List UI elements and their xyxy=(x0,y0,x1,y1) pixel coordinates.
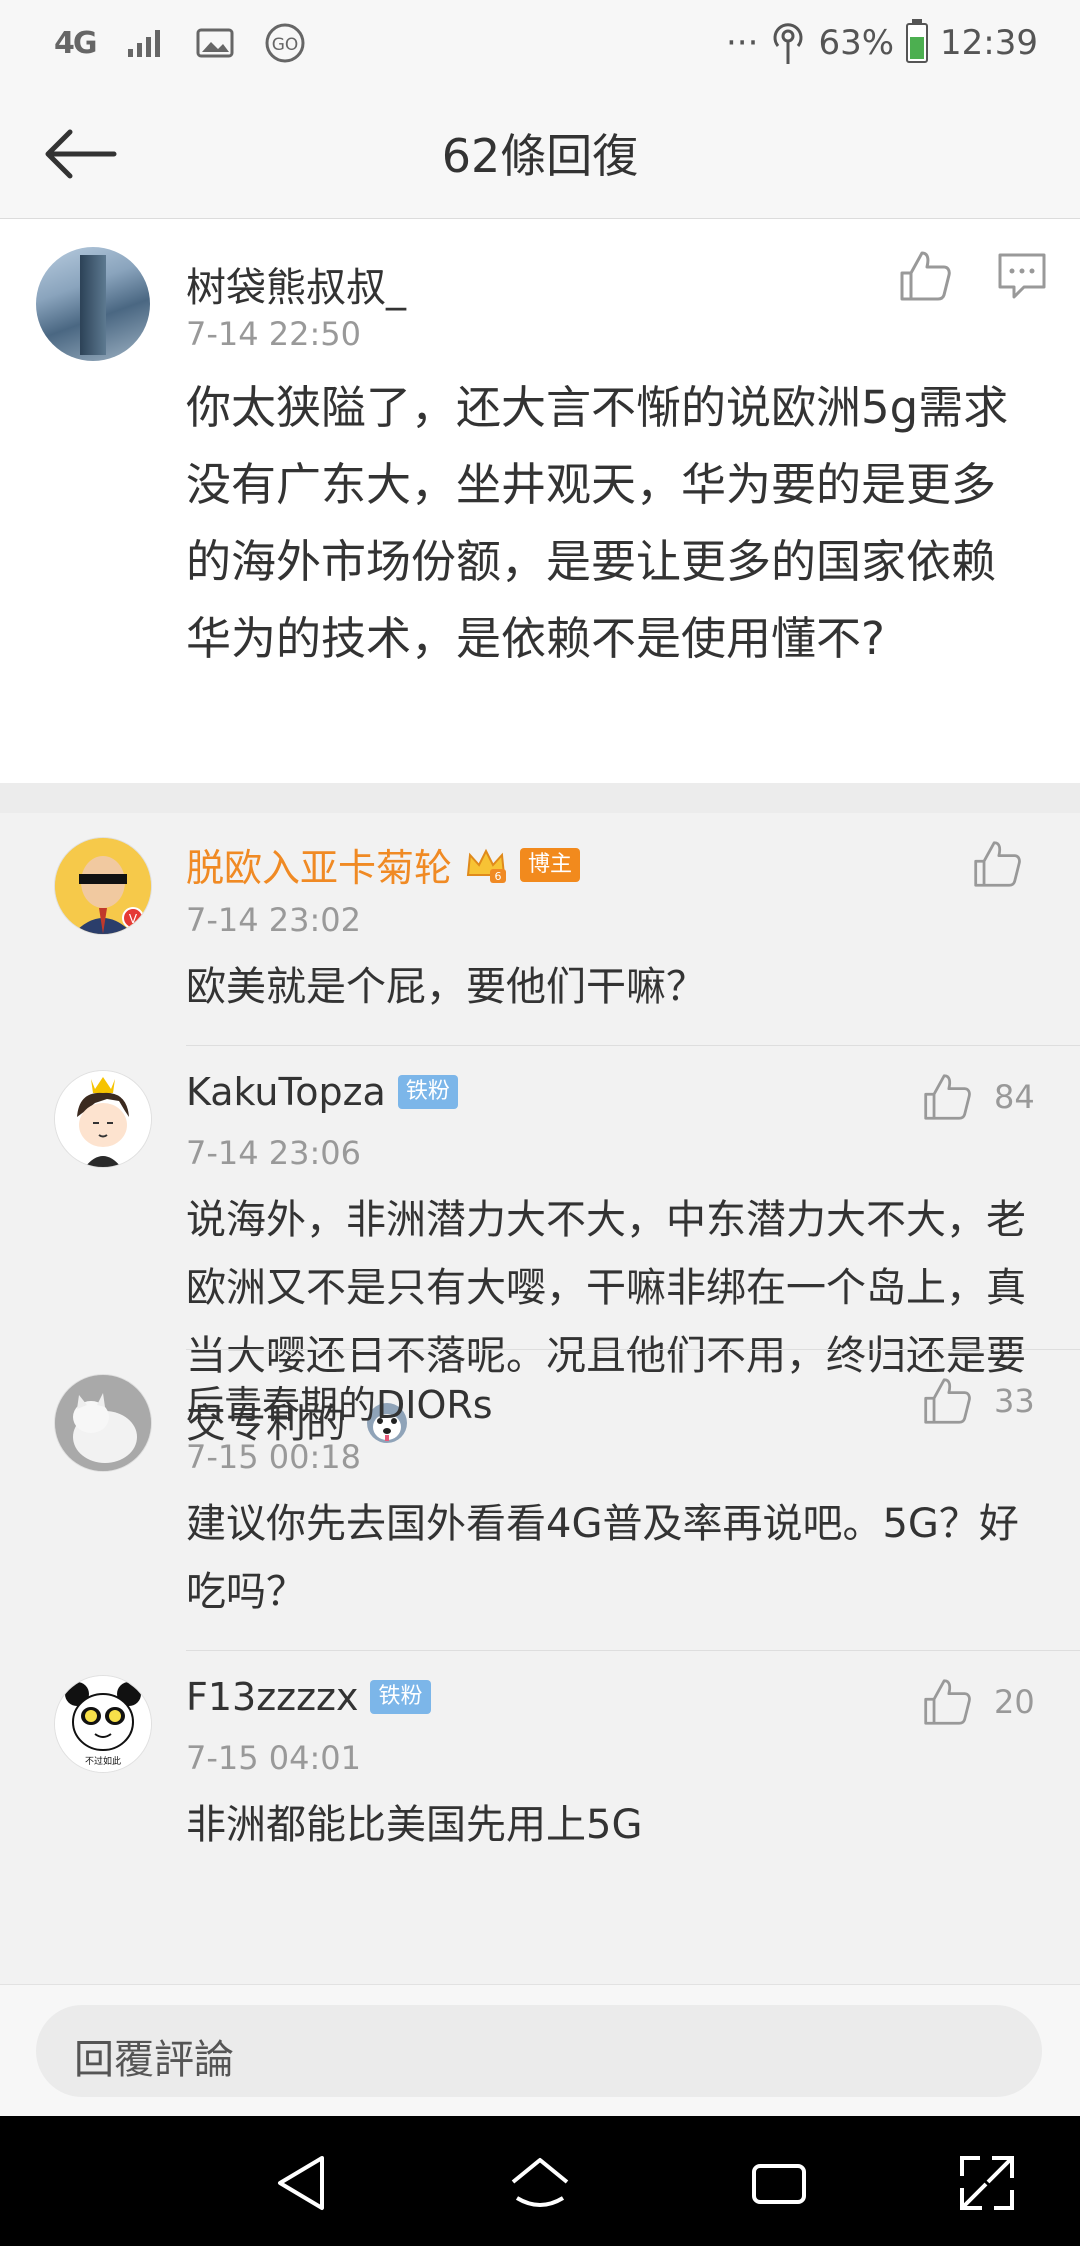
system-nav-bar xyxy=(0,2116,1080,2246)
comment-time: 7-14 23:06 xyxy=(186,1134,362,1172)
reply-item[interactable]: 不过如此 F13zzzzx 铁粉 7-15 04:01 20 非洲都能比美国先用… xyxy=(0,1651,1080,1984)
author-name[interactable]: 树袋熊叔叔_ xyxy=(186,255,406,313)
reply-input-placeholder: 回覆評論 xyxy=(74,2037,234,2083)
like-button[interactable]: 84 xyxy=(922,1072,1035,1122)
avatar[interactable] xyxy=(54,1070,152,1168)
recent-apps-icon[interactable] xyxy=(744,2148,814,2218)
main-comment: 树袋熊叔叔_ 7-14 22:50 你太狭隘了，还大言不惭的说欧洲5g需求没有广… xyxy=(0,219,1080,783)
cat-photo-avatar xyxy=(55,1375,151,1471)
back-triangle-icon[interactable] xyxy=(266,2148,336,2218)
avatar[interactable]: 不过如此 xyxy=(54,1675,152,1773)
comment-time: 7-15 04:01 xyxy=(186,1739,362,1777)
fan-badge: 铁粉 xyxy=(397,1075,458,1109)
reply-input[interactable]: 回覆評論 xyxy=(36,2005,1042,2097)
like-icon xyxy=(924,1679,971,1725)
reply-item[interactable]: 后青春期的DIORs 7-15 00:18 33 建议你先去国外看看4G普及率再… xyxy=(0,1350,1080,1651)
author-name[interactable]: 后青春期的DIORs xyxy=(186,1374,493,1429)
blogger-badge: 博主 xyxy=(520,847,581,882)
author-name[interactable]: 脱欧入亚卡菊轮 xyxy=(186,837,452,892)
avatar[interactable] xyxy=(36,247,150,361)
comment-text: 欧美就是个屁，要他们干嘛？ xyxy=(186,964,706,1010)
network-type: 4G xyxy=(54,25,97,61)
battery-percent: 63% xyxy=(818,23,895,63)
comment-text: 非洲都能比美国先用上5G xyxy=(186,1802,643,1848)
comment-time: 7-14 23:02 xyxy=(186,901,362,939)
svg-text:V: V xyxy=(129,912,138,926)
cartoon-avatar-icon: V xyxy=(55,838,151,934)
author-name[interactable]: F13zzzzx xyxy=(186,1675,358,1719)
comment-text: 建议你先去国外看看4G普及率再说吧。5G？好吃吗？ xyxy=(186,1501,1019,1615)
like-button[interactable]: 33 xyxy=(922,1376,1035,1426)
reply-item[interactable]: KakuTopza 铁粉 7-14 23:06 84 说海外，非洲潜力大不大，中… xyxy=(0,1046,1080,1447)
hotspot-icon xyxy=(773,23,803,64)
avatar[interactable] xyxy=(54,1374,152,1472)
comment-composer: 回覆評論 xyxy=(0,1984,1080,2117)
svg-text:6: 6 xyxy=(495,870,502,883)
page-title: 62條回復 xyxy=(441,129,639,183)
comment-text: 你太狭隘了，还大言不惭的说欧洲5g需求没有广东大，坐井观天，华为要的是更多的海外… xyxy=(186,381,1009,665)
image-icon xyxy=(196,28,233,58)
battery-icon xyxy=(906,19,929,63)
like-icon xyxy=(974,841,1021,887)
top-bar: 62條回復 xyxy=(0,92,1080,219)
like-button[interactable] xyxy=(972,839,1022,889)
expand-screen-icon[interactable] xyxy=(952,2148,1022,2218)
section-divider xyxy=(0,783,1080,813)
avatar[interactable]: V xyxy=(54,837,152,935)
svg-text:GO: GO xyxy=(271,35,298,55)
go-icon: GO xyxy=(265,23,304,63)
like-count: 33 xyxy=(994,1382,1035,1420)
reply-item[interactable]: V 脱欧入亚卡菊轮 6 博主 7-14 23:02 欧美就是个屁，要他们干嘛？ xyxy=(0,813,1080,1046)
like-count: 84 xyxy=(994,1078,1035,1116)
more-icon: ··· xyxy=(726,23,759,63)
clock: 12:39 xyxy=(940,23,1038,63)
reply-icon[interactable] xyxy=(996,249,1048,303)
comment-time: 7-14 22:50 xyxy=(186,315,362,353)
like-count: 20 xyxy=(994,1683,1035,1721)
like-icon xyxy=(924,1378,971,1424)
like-icon[interactable] xyxy=(898,249,952,303)
home-icon[interactable] xyxy=(505,2148,575,2218)
reply-list: V 脱欧入亚卡菊轮 6 博主 7-14 23:02 欧美就是个屁，要他们干嘛？ xyxy=(0,813,1080,1984)
vip-crown-icon: 6 xyxy=(466,848,507,883)
like-icon xyxy=(924,1074,971,1120)
signal-icon xyxy=(127,30,160,57)
author-name[interactable]: KakuTopza xyxy=(186,1070,386,1114)
fan-badge: 铁粉 xyxy=(370,1680,431,1714)
status-bar: 4G GO ··· 63% 12:39 xyxy=(0,0,1080,92)
svg-text:不过如此: 不过如此 xyxy=(85,1755,121,1767)
like-button[interactable]: 20 xyxy=(922,1677,1035,1727)
comment-time: 7-15 00:18 xyxy=(186,1438,362,1476)
panda-meme-avatar: 不过如此 xyxy=(55,1676,151,1772)
cartoon-avatar-icon xyxy=(55,1071,151,1167)
